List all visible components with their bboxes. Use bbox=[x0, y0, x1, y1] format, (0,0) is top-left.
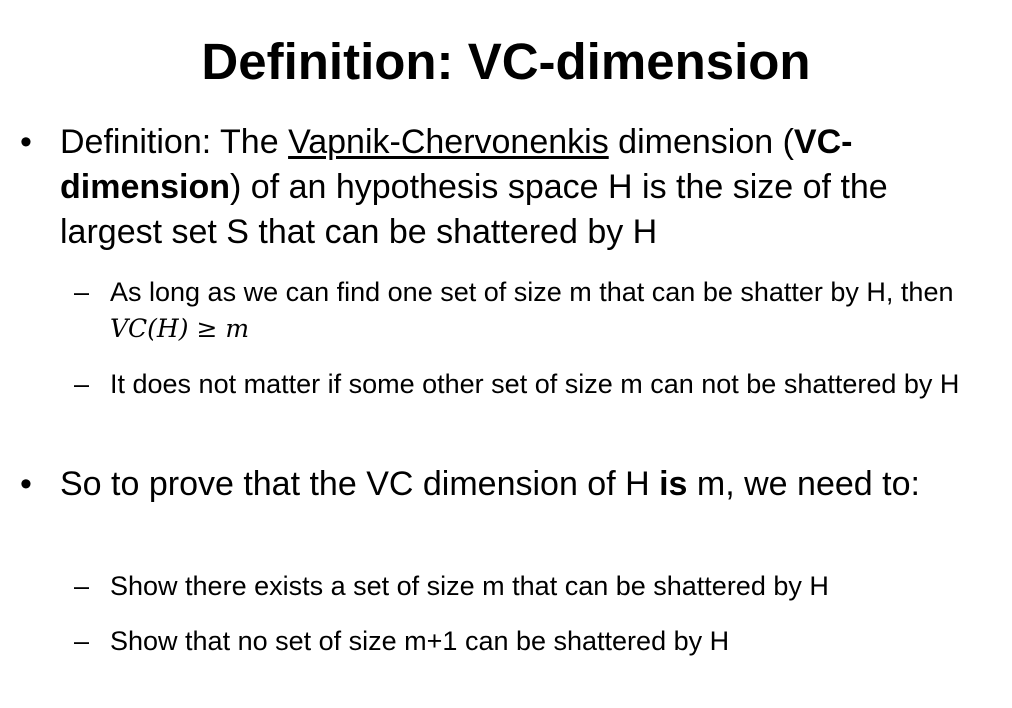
bullet-marker: • bbox=[20, 465, 32, 503]
sub-bullet-marker: – bbox=[74, 626, 90, 656]
bullet-text: Definition: The Vapnik-Chervonenkis dime… bbox=[60, 120, 980, 255]
slide-title: Definition: VC-dimension bbox=[201, 33, 811, 90]
text-segment: m, we need to: bbox=[687, 465, 920, 503]
bold-term: is bbox=[659, 465, 688, 503]
sub-bullet-text: Show there exists a set of size m that c… bbox=[110, 571, 829, 601]
text-segment: So to prove that the VC dimension of H bbox=[60, 465, 660, 503]
sub-bullet-marker: – bbox=[74, 571, 90, 601]
sub-bullet-marker: – bbox=[74, 277, 90, 307]
slide: Definition: VC-dimension • Definition: T… bbox=[0, 0, 1012, 708]
text-segment: dimension ( bbox=[608, 123, 794, 161]
text-segment: As long as we can find one set of size m… bbox=[110, 277, 954, 307]
sub-bullet-text: Show that no set of size m+1 can be shat… bbox=[110, 626, 730, 656]
math-expression: VC(H) ≥ m bbox=[110, 314, 250, 343]
bullet-text: So to prove that the VC dimension of H i… bbox=[60, 462, 980, 507]
bullet-marker: • bbox=[20, 123, 32, 161]
vapnik-chervonenkis-link: Vapnik-Chervonenkis bbox=[288, 123, 609, 161]
sub-bullet-text: It does not matter if some other set of … bbox=[110, 369, 960, 399]
sub-bullet-text: As long as we can find one set of size m… bbox=[110, 274, 974, 347]
text-segment: Definition: The bbox=[60, 123, 289, 161]
sub-bullet-marker: – bbox=[74, 369, 90, 399]
